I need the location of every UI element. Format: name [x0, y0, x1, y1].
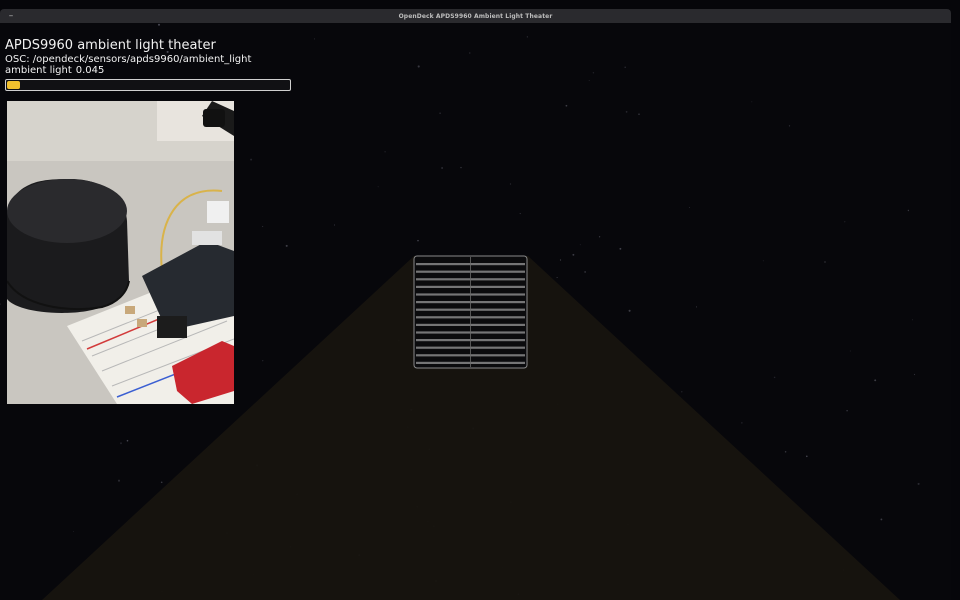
star-dot	[588, 79, 590, 81]
star-dot	[377, 186, 379, 188]
ambient-light-label: ambient light	[5, 65, 72, 76]
star-dot	[849, 350, 851, 352]
star-dot	[846, 410, 848, 412]
ambient-light-readout: ambient light 0.045	[5, 65, 305, 76]
star-dot	[417, 65, 420, 68]
theater-stage: APDS9960 ambient light theater OSC: /ope…	[0, 23, 951, 600]
window-title: OpenDeck APDS9960 Ambient Light Theater	[398, 12, 553, 20]
star-dot	[285, 244, 288, 247]
star-dot	[598, 236, 601, 238]
star-dot	[160, 481, 163, 484]
star-dot	[158, 23, 160, 26]
star-dot	[120, 442, 122, 445]
ambient-light-meter	[5, 79, 291, 91]
star-dot	[741, 422, 743, 424]
star-dot	[559, 259, 562, 261]
hud-panel: APDS9960 ambient light theater OSC: /ope…	[5, 38, 305, 76]
star-dot	[695, 306, 698, 308]
star-dot	[874, 379, 877, 382]
star-dot	[334, 224, 335, 226]
star-dot	[384, 151, 386, 153]
star-dot	[624, 66, 626, 68]
window-menu-button[interactable]: –	[6, 10, 16, 22]
star-dot	[579, 244, 581, 246]
star-dot	[917, 482, 920, 485]
star-dot	[913, 373, 916, 376]
star-dot	[907, 209, 910, 212]
star-dot	[519, 213, 521, 215]
star-dot	[469, 52, 471, 54]
lamp-panel	[413, 255, 528, 369]
star-dot	[784, 451, 787, 453]
star-dot	[526, 36, 529, 38]
star-dot	[72, 530, 74, 532]
star-dot	[751, 101, 753, 103]
star-dot	[460, 166, 462, 169]
star-dot	[824, 261, 826, 263]
hud-title: APDS9960 ambient light theater	[5, 38, 216, 53]
star-dot	[806, 455, 808, 458]
star-dot	[688, 207, 690, 209]
star-dot	[844, 221, 846, 223]
star-dot	[313, 38, 315, 40]
star-dot	[788, 125, 791, 127]
star-dot	[762, 260, 764, 262]
ambient-light-meter-fill	[7, 81, 20, 89]
star-dot	[628, 309, 631, 312]
star-dot	[880, 518, 883, 521]
star-dot	[572, 253, 575, 256]
star-dot	[0, 303, 1, 305]
star-dot	[565, 104, 568, 107]
star-dot	[509, 183, 512, 185]
star-dot	[625, 111, 628, 113]
window-titlebar: – OpenDeck APDS9960 Ambient Light Theate…	[0, 9, 951, 23]
star-dot	[261, 225, 264, 228]
star-dot	[417, 239, 419, 242]
star-dot	[441, 167, 444, 169]
star-dot	[126, 439, 129, 442]
star-dot	[556, 277, 558, 278]
star-dot	[117, 479, 121, 482]
star-dot	[638, 113, 640, 115]
star-dot	[912, 319, 913, 321]
star-dot	[592, 72, 595, 74]
star-dot	[262, 360, 264, 362]
star-dot	[681, 391, 683, 393]
osc-address-label: OSC: /opendeck/sensors/apds9960/ambient_…	[5, 54, 252, 65]
ambient-light-value: 0.045	[75, 65, 105, 76]
star-dot	[584, 271, 586, 273]
star-dot	[439, 112, 441, 115]
star-dot	[773, 376, 776, 379]
camera-feed-image	[7, 101, 234, 404]
star-dot	[250, 158, 253, 161]
star-dot	[619, 247, 622, 250]
